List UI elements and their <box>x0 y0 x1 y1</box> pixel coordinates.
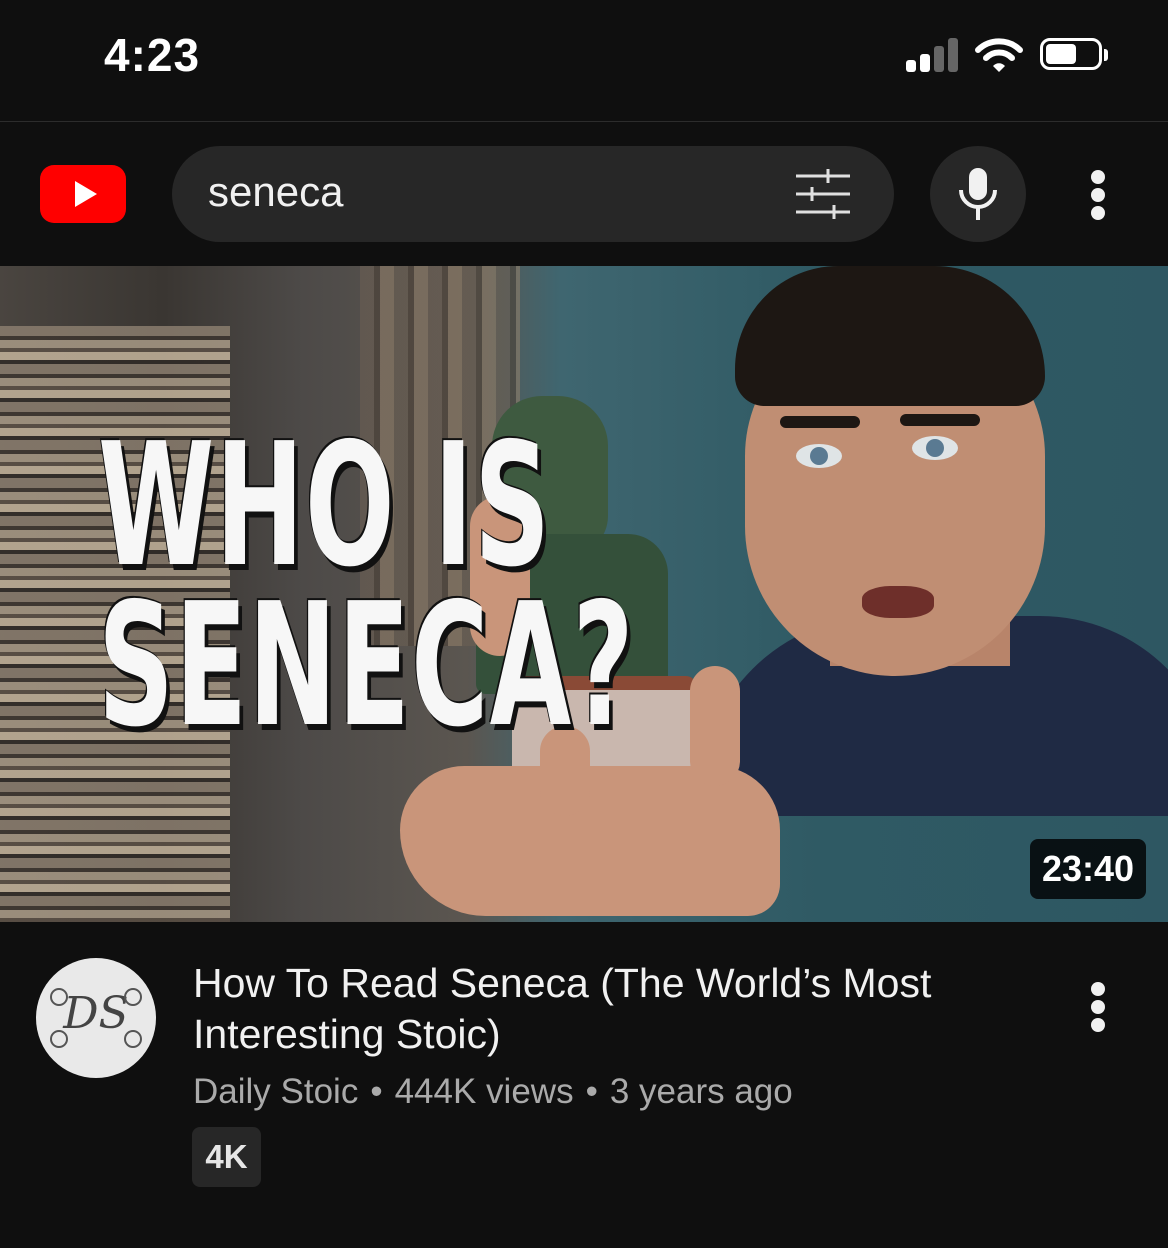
upload-age: 3 years ago <box>609 1072 793 1111</box>
search-filters-icon[interactable] <box>794 168 852 220</box>
more-vertical-icon[interactable] <box>1080 980 1116 1034</box>
video-duration-badge: 23:40 <box>1030 839 1147 899</box>
voice-search-button[interactable] <box>930 146 1026 242</box>
video-thumbnail[interactable]: WHO IS SENECA? <box>0 266 1168 922</box>
header-divider <box>0 121 1168 122</box>
search-input[interactable] <box>208 168 768 216</box>
view-count: 444K views <box>394 1072 574 1111</box>
more-vertical-icon[interactable] <box>1080 168 1116 222</box>
video-metadata: Daily Stoic • 444K views • 3 years ago <box>193 1072 793 1111</box>
video-title[interactable]: How To Read Seneca (The World’s Most Int… <box>193 958 1013 1060</box>
microphone-icon <box>959 168 997 220</box>
status-bar: 4:23 <box>0 0 1168 120</box>
youtube-logo-icon[interactable] <box>40 165 126 223</box>
battery-icon <box>1040 38 1108 72</box>
search-box[interactable] <box>172 146 894 242</box>
channel-name[interactable]: Daily Stoic <box>193 1072 358 1111</box>
quality-badge: 4K <box>192 1127 261 1187</box>
channel-avatar[interactable]: DS <box>36 958 156 1078</box>
thumbnail-overlay-text: WHO IS SENECA? <box>98 407 635 765</box>
status-time: 4:23 <box>104 29 201 81</box>
cellular-signal-icon <box>906 38 960 72</box>
wifi-icon <box>974 36 1024 74</box>
